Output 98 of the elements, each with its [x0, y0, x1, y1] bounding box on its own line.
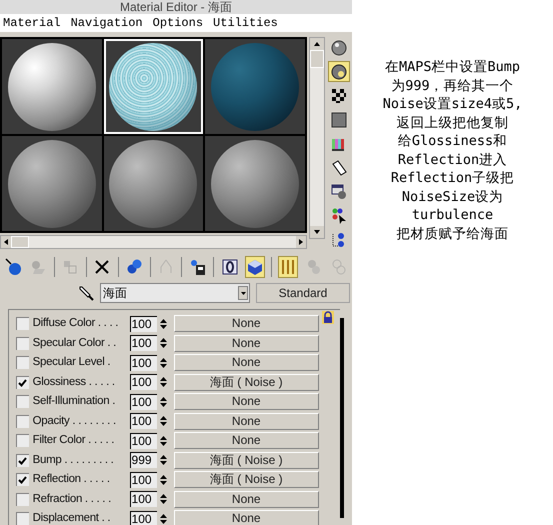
- scroll-left-icon[interactable]: [1, 236, 11, 248]
- amount-spinner[interactable]: 100: [130, 413, 167, 430]
- eyedropper-icon[interactable]: [78, 285, 94, 301]
- amount-field[interactable]: 100: [130, 394, 157, 410]
- annotation-line: Reflection子级把: [390, 169, 514, 188]
- scroll-thumb[interactable]: [11, 236, 29, 248]
- spinner-arrows-icon[interactable]: [160, 454, 167, 466]
- amount-spinner[interactable]: 100: [130, 316, 167, 332]
- map-checkbox[interactable]: [16, 317, 29, 330]
- material-name-field[interactable]: 海面: [100, 283, 250, 303]
- annotation-line: 返回上级把他复制: [396, 114, 508, 132]
- amount-spinner[interactable]: 100: [130, 432, 167, 449]
- annotation-line: NoiseSize设为: [402, 188, 504, 206]
- map-checkbox[interactable]: [16, 512, 29, 525]
- amount-spinner[interactable]: 100: [130, 335, 167, 352]
- annotation-line: 把材质赋予给海面: [396, 224, 508, 243]
- amount-field[interactable]: 100: [130, 316, 157, 332]
- amount-spinner[interactable]: 100: [130, 394, 167, 410]
- map-button[interactable]: None: [174, 315, 319, 332]
- map-label: Specular Level .: [32, 355, 112, 370]
- sample-slot[interactable]: [104, 136, 204, 231]
- map-label: Specular Color . .: [32, 336, 118, 351]
- scroll-up-icon[interactable]: [310, 38, 324, 50]
- map-button[interactable]: None: [174, 334, 319, 352]
- amount-field[interactable]: 100: [130, 374, 157, 390]
- amount-spinner[interactable]: 100: [130, 374, 167, 390]
- amount-spinner[interactable]: 100: [130, 472, 167, 488]
- spinner-arrows-icon[interactable]: [160, 434, 167, 447]
- annotation-line: Reflection进入: [398, 150, 508, 169]
- amount-field[interactable]: 999: [130, 452, 157, 468]
- annotation-line: 为999，再给其一个: [391, 76, 514, 95]
- spinner-arrows-icon[interactable]: [160, 318, 167, 330]
- menu-item[interactable]: Material: [3, 14, 61, 32]
- map-checkbox[interactable]: [16, 434, 29, 448]
- annotation-line: Noise设置size4或5,: [382, 95, 522, 114]
- annotation-line: 给Glossiness和: [398, 132, 508, 150]
- map-button[interactable]: 海面 ( Noise ): [174, 374, 319, 391]
- spinner-arrows-icon[interactable]: [160, 356, 167, 369]
- amount-spinner[interactable]: 100: [130, 354, 167, 371]
- menu-item[interactable]: Navigation: [70, 14, 143, 32]
- amount-field[interactable]: 100: [130, 354, 157, 371]
- scroll-down-icon[interactable]: [310, 226, 324, 238]
- sample-slot[interactable]: [2, 39, 102, 134]
- spinner-arrows-icon[interactable]: [160, 493, 167, 506]
- spinner-arrows-icon[interactable]: [160, 376, 167, 388]
- map-label: Self-Illumination .: [32, 394, 116, 410]
- map-button[interactable]: 海面 ( Noise ): [174, 471, 319, 488]
- map-label: Reflection . . . . .: [32, 472, 111, 488]
- map-label: Displacement . .: [32, 511, 112, 525]
- window-title: Material Editor - 海面: [120, 0, 232, 14]
- amount-spinner[interactable]: 100: [130, 491, 167, 508]
- material-type-button[interactable]: Standard: [256, 283, 350, 303]
- spinner-arrows-icon[interactable]: [160, 337, 167, 350]
- map-checkbox[interactable]: [16, 414, 29, 428]
- menu-item[interactable]: Options: [152, 14, 204, 32]
- spinner-arrows-icon[interactable]: [160, 415, 167, 428]
- map-checkbox[interactable]: [16, 492, 29, 506]
- map-checkbox[interactable]: [16, 454, 29, 467]
- material-name: 海面: [102, 285, 128, 302]
- map-button[interactable]: None: [174, 412, 319, 430]
- amount-spinner[interactable]: 999: [130, 452, 167, 468]
- menu-item[interactable]: Utilities: [213, 14, 278, 32]
- spinner-arrows-icon[interactable]: [160, 396, 167, 408]
- sample-slot[interactable]: [2, 136, 102, 231]
- amount-field[interactable]: 100: [130, 510, 157, 525]
- annotation-line: 在MAPS栏中设置Bump: [384, 58, 520, 76]
- horizontal-scrollbar[interactable]: [0, 235, 307, 249]
- spinner-arrows-icon[interactable]: [160, 512, 167, 525]
- map-button[interactable]: None: [174, 510, 319, 525]
- map-label: Glossiness . . . . .: [32, 374, 116, 390]
- map-label: Refraction . . . . .: [32, 492, 112, 507]
- amount-field[interactable]: 100: [130, 335, 157, 352]
- map-label: Diffuse Color . . . .: [32, 316, 120, 332]
- map-label: Filter Color . . . . .: [32, 433, 116, 448]
- map-button[interactable]: None: [174, 354, 319, 372]
- map-checkbox[interactable]: [16, 376, 29, 389]
- vertical-scrollbar[interactable]: [309, 37, 325, 239]
- scroll-thumb[interactable]: [310, 50, 324, 68]
- scroll-right-icon[interactable]: [296, 236, 306, 248]
- spinner-arrows-icon[interactable]: [160, 474, 167, 486]
- amount-field[interactable]: 100: [130, 432, 157, 449]
- map-checkbox[interactable]: [16, 336, 29, 350]
- map-button[interactable]: None: [174, 432, 319, 450]
- map-checkbox[interactable]: [16, 473, 29, 486]
- map-checkbox[interactable]: [16, 356, 29, 370]
- map-button[interactable]: None: [174, 393, 319, 410]
- amount-field[interactable]: 100: [130, 491, 157, 508]
- amount-field[interactable]: 100: [130, 413, 157, 430]
- map-label: Bump . . . . . . . . .: [32, 452, 115, 468]
- lock-icon[interactable]: [322, 311, 334, 324]
- annotation-line: turbulence: [412, 206, 494, 224]
- map-label: Opacity . . . . . . . .: [32, 414, 117, 429]
- map-checkbox[interactable]: [16, 395, 29, 408]
- sample-slot[interactable]: [205, 136, 305, 231]
- amount-field[interactable]: 100: [130, 472, 157, 488]
- map-button[interactable]: None: [174, 490, 319, 508]
- map-button[interactable]: 海面 ( Noise ): [174, 452, 319, 469]
- amount-spinner[interactable]: 100: [130, 510, 167, 525]
